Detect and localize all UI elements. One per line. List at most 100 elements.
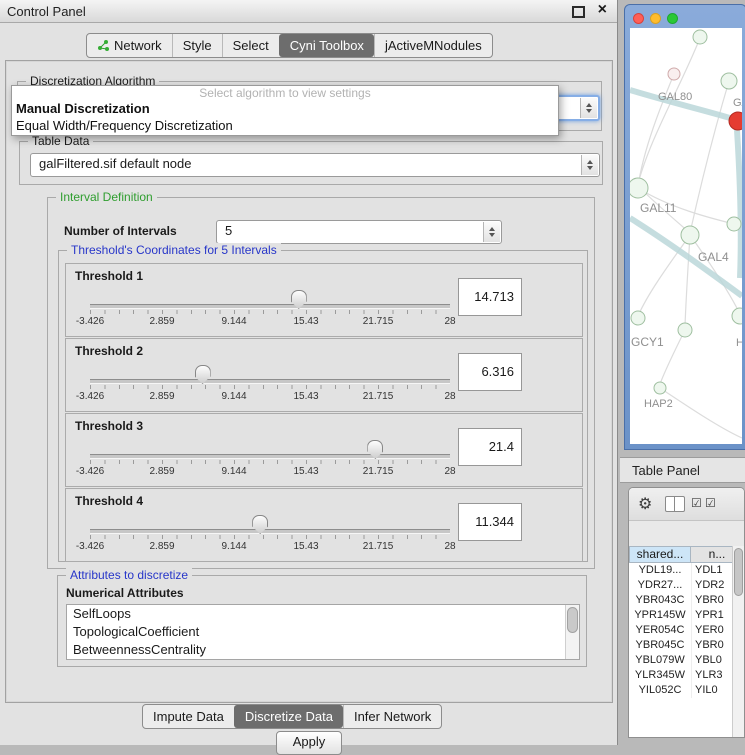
list-scrollbar[interactable] bbox=[565, 605, 579, 659]
list-item[interactable]: BetweennessCentrality bbox=[67, 641, 579, 659]
network-node[interactable] bbox=[631, 311, 645, 325]
network-node[interactable] bbox=[668, 68, 680, 80]
popup-placeholder: Select algorithm to view settings bbox=[12, 86, 558, 100]
table-row[interactable]: YBR043CYBR0 bbox=[629, 593, 733, 608]
cell: YBR0 bbox=[692, 638, 733, 653]
cell: YLR3 bbox=[692, 668, 733, 683]
threshold-value-input[interactable]: 6.316 bbox=[458, 353, 522, 391]
network-node[interactable] bbox=[693, 30, 707, 44]
cell: YER0 bbox=[692, 623, 733, 638]
columns-icon[interactable] bbox=[665, 496, 685, 512]
tab-label: Select bbox=[233, 35, 269, 57]
network-node[interactable] bbox=[721, 73, 737, 89]
threshold-label: Threshold 4 bbox=[75, 494, 143, 508]
tab-label: Impute Data bbox=[153, 706, 224, 728]
combo-arrows-icon[interactable] bbox=[580, 98, 597, 118]
close-traffic-light-icon[interactable] bbox=[633, 13, 644, 24]
network-node[interactable] bbox=[654, 382, 666, 394]
table-row[interactable]: YLR345WYLR3 bbox=[629, 668, 733, 683]
network-node[interactable] bbox=[681, 226, 699, 244]
threshold-slider[interactable]: -3.426 2.859 9.144 15.43 21.715 28 bbox=[90, 364, 450, 406]
top-tab-bar: Network Style Select Cyni Toolbox jActiv… bbox=[86, 33, 493, 58]
network-canvas[interactable]: GAL80 GA GAL11 GAL4 GCY1 HAP2 H bbox=[630, 28, 742, 444]
zoom-traffic-light-icon[interactable] bbox=[667, 13, 678, 24]
attributes-group: Attributes to discretize Numerical Attri… bbox=[57, 575, 587, 667]
table-row[interactable]: YDL19...YDL1 bbox=[629, 563, 733, 578]
tick-label: -3.426 bbox=[76, 466, 104, 477]
network-icon bbox=[97, 39, 110, 52]
threshold-value-input[interactable]: 11.344 bbox=[458, 503, 522, 541]
threshold-panel-1: Threshold 1 -3.426 2.859 9.144 15.43 21.… bbox=[65, 263, 583, 337]
tick-label: 2.859 bbox=[149, 466, 174, 477]
threshold-value-input[interactable]: 21.4 bbox=[458, 428, 522, 466]
tab-impute-data[interactable]: Impute Data bbox=[143, 705, 234, 728]
slider-track[interactable] bbox=[90, 529, 450, 534]
threshold-slider[interactable]: -3.426 2.859 9.144 15.43 21.715 28 bbox=[90, 289, 450, 331]
network-node-selected[interactable] bbox=[729, 112, 742, 130]
threshold-slider[interactable]: -3.426 2.859 9.144 15.43 21.715 28 bbox=[90, 514, 450, 556]
tab-cyni-toolbox[interactable]: Cyni Toolbox bbox=[279, 34, 374, 57]
threshold-slider[interactable]: -3.426 2.859 9.144 15.43 21.715 28 bbox=[90, 439, 450, 481]
slider-tick-labels: -3.426 2.859 9.144 15.43 21.715 28 bbox=[90, 466, 450, 478]
tick-label: 9.144 bbox=[221, 466, 246, 477]
network-edge bbox=[690, 81, 729, 233]
tab-infer-network[interactable]: Infer Network bbox=[343, 705, 441, 728]
table-data-combobox[interactable]: galFiltered.sif default node bbox=[30, 153, 600, 177]
cell: YDR27... bbox=[629, 578, 692, 593]
group-title: Interval Definition bbox=[56, 190, 157, 204]
slider-track[interactable] bbox=[90, 379, 450, 384]
gear-icon[interactable]: ⚙ bbox=[638, 494, 652, 514]
table-scrollbar[interactable] bbox=[732, 546, 744, 737]
tab-network[interactable]: Network bbox=[87, 34, 172, 57]
tab-style[interactable]: Style bbox=[172, 34, 222, 57]
tab-jactivemnodules[interactable]: jActiveMNodules bbox=[374, 34, 492, 57]
tab-label: jActiveMNodules bbox=[385, 35, 482, 57]
slider-ticks bbox=[90, 385, 450, 389]
tick-label: 28 bbox=[444, 316, 455, 327]
table-row[interactable]: YPR145WYPR1 bbox=[629, 608, 733, 623]
network-node[interactable] bbox=[630, 178, 648, 198]
spinner-arrows-icon[interactable] bbox=[483, 222, 500, 242]
minimize-traffic-light-icon[interactable] bbox=[650, 13, 661, 24]
popup-item-equal-width-frequency[interactable]: Equal Width/Frequency Discretization bbox=[12, 117, 558, 134]
cell: YER054C bbox=[629, 623, 692, 638]
popup-item-manual-discretization[interactable]: Manual Discretization bbox=[12, 100, 558, 117]
scrollbar-thumb[interactable] bbox=[734, 548, 743, 596]
table-row[interactable]: YDR27...YDR2 bbox=[629, 578, 733, 593]
combo-arrows-icon[interactable] bbox=[581, 155, 598, 175]
list-item[interactable]: SelfLoops bbox=[67, 605, 579, 623]
threshold-value-input[interactable]: 14.713 bbox=[458, 278, 522, 316]
tick-label: 2.859 bbox=[149, 316, 174, 327]
combo-value: galFiltered.sif default node bbox=[39, 156, 191, 171]
slider-track[interactable] bbox=[90, 454, 450, 459]
network-node[interactable] bbox=[678, 323, 692, 337]
table-data-group: Table Data galFiltered.sif default node bbox=[19, 141, 603, 185]
tick-label: -3.426 bbox=[76, 391, 104, 402]
table-row[interactable]: YIL052CYIL0 bbox=[629, 683, 733, 698]
tick-label: 21.715 bbox=[363, 466, 394, 477]
network-node[interactable] bbox=[732, 308, 742, 324]
slider-tick-labels: -3.426 2.859 9.144 15.43 21.715 28 bbox=[90, 541, 450, 553]
cell: YDL19... bbox=[629, 563, 692, 578]
tick-label: 21.715 bbox=[363, 541, 394, 552]
restore-icon[interactable] bbox=[572, 6, 585, 18]
table-row[interactable]: YBR045CYBR0 bbox=[629, 638, 733, 653]
table-row[interactable]: YBL079WYBL0 bbox=[629, 653, 733, 668]
network-node[interactable] bbox=[727, 217, 741, 231]
number-of-intervals-spinner[interactable]: 5 bbox=[216, 220, 502, 244]
cell: YDR2 bbox=[692, 578, 733, 593]
apply-button[interactable]: Apply bbox=[276, 731, 342, 755]
list-item[interactable]: TopologicalCoefficient bbox=[67, 623, 579, 641]
tick-label: 9.144 bbox=[221, 391, 246, 402]
table-panel-title: Table Panel bbox=[632, 463, 700, 478]
scrollbar-thumb[interactable] bbox=[567, 607, 578, 633]
tab-discretize-data[interactable]: Discretize Data bbox=[234, 705, 343, 728]
close-icon[interactable]: × bbox=[598, 1, 607, 19]
tick-label: 9.144 bbox=[221, 541, 246, 552]
select-all-check-icon[interactable]: ☑ bbox=[691, 496, 702, 510]
tab-select[interactable]: Select bbox=[222, 34, 279, 57]
slider-track[interactable] bbox=[90, 304, 450, 309]
table-row[interactable]: YER054CYER0 bbox=[629, 623, 733, 638]
select-none-check-icon[interactable]: ☑ bbox=[705, 496, 716, 510]
column-header-shared[interactable]: shared... bbox=[629, 546, 691, 563]
